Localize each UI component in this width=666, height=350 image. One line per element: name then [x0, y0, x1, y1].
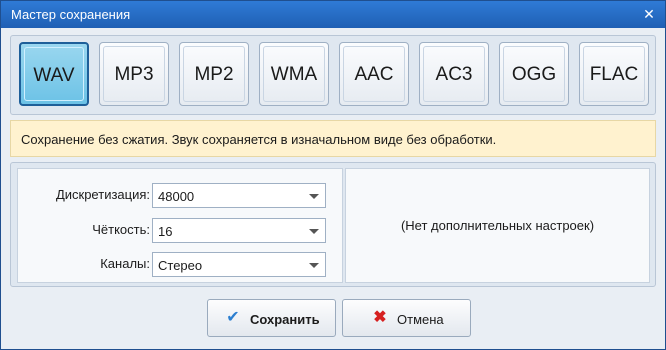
save-wizard-window: Мастер сохранения ✕ WAV MP3 MP2 WMA AAC …	[0, 0, 666, 350]
format-label: AC3	[435, 64, 473, 85]
format-label: MP3	[114, 64, 154, 85]
format-info-banner: Сохранение без сжатия. Звук сохраняется …	[10, 120, 656, 157]
close-icon[interactable]: ✕	[641, 6, 657, 22]
window-title: Мастер сохранения	[11, 7, 131, 22]
format-button-aac[interactable]: AAC	[339, 42, 409, 106]
cancel-button[interactable]: ✖ Отмена	[342, 299, 471, 337]
format-button-wav[interactable]: WAV	[19, 42, 89, 106]
format-label: OGG	[511, 64, 557, 85]
format-button-mp2[interactable]: MP2	[179, 42, 249, 106]
channels-value: Стерео	[158, 258, 203, 273]
format-button-mp3[interactable]: MP3	[99, 42, 169, 106]
sample-rate-label: Дискретизация:	[55, 187, 150, 202]
format-label: AAC	[354, 64, 394, 85]
format-button-wma[interactable]: WMA	[259, 42, 329, 106]
checkmark-icon: ✔	[226, 309, 240, 326]
bit-depth-label: Чёткость:	[92, 222, 150, 237]
bit-depth-select[interactable]: 16	[152, 218, 326, 243]
format-button-ac3[interactable]: AC3	[419, 42, 489, 106]
format-description: Сохранение без сжатия. Звук сохраняется …	[21, 132, 497, 147]
channels-label: Каналы:	[100, 256, 150, 271]
format-label: WAV	[33, 65, 75, 86]
save-button-label: Сохранить	[250, 312, 320, 327]
x-icon: ✖	[373, 309, 387, 326]
format-button-ogg[interactable]: OGG	[499, 42, 569, 106]
format-label: MP2	[194, 64, 234, 85]
audio-settings-panel: Дискретизация: 48000 Чёткость: 16 Каналы…	[17, 168, 343, 283]
extra-settings-panel: (Нет дополнительных настроек)	[345, 168, 650, 283]
sample-rate-select[interactable]: 48000	[152, 183, 326, 208]
chevron-down-icon	[309, 229, 319, 234]
no-options-text: (Нет дополнительных настроек)	[400, 218, 595, 233]
format-button-flac[interactable]: FLAC	[579, 42, 649, 106]
format-selector: WAV MP3 MP2 WMA AAC AC3 OGG FLAC	[10, 35, 656, 115]
format-label: FLAC	[589, 64, 639, 85]
channels-select[interactable]: Стерео	[152, 252, 326, 277]
bit-depth-value: 16	[158, 224, 173, 239]
format-label: WMA	[270, 64, 318, 85]
cancel-button-label: Отмена	[397, 312, 444, 327]
settings-area: Дискретизация: 48000 Чёткость: 16 Каналы…	[10, 162, 656, 287]
title-bar[interactable]: Мастер сохранения ✕	[1, 1, 665, 28]
chevron-down-icon	[309, 263, 319, 268]
sample-rate-value: 48000	[158, 189, 195, 204]
save-button[interactable]: ✔ Сохранить	[207, 299, 336, 337]
chevron-down-icon	[309, 194, 319, 199]
